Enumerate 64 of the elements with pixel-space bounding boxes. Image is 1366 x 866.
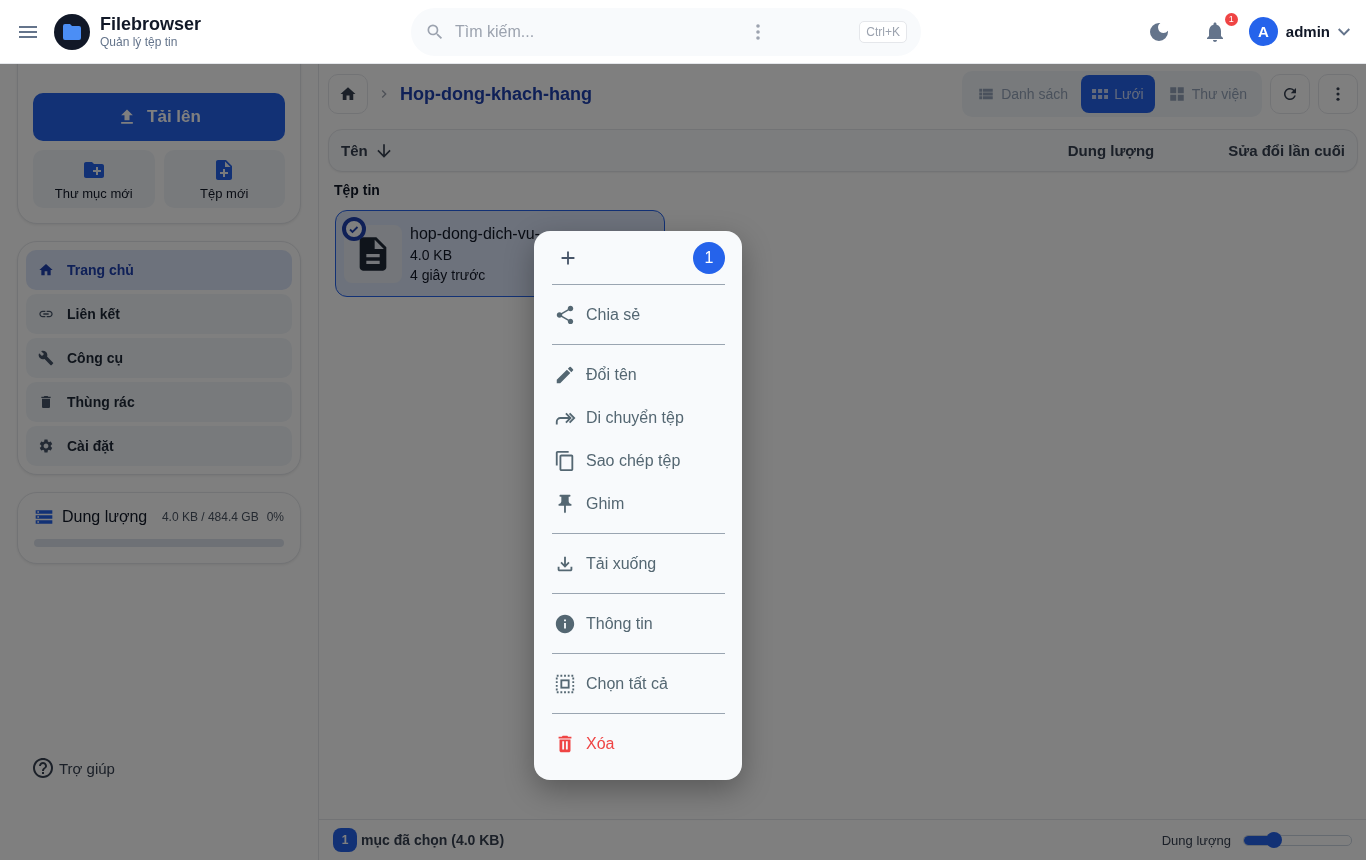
trash-icon <box>38 394 54 410</box>
view-tab[interactable]: Lưới <box>1081 75 1155 113</box>
avatar: A <box>1248 17 1278 46</box>
nav-item[interactable]: Liên kết <box>26 294 292 334</box>
shortcut-hint: Ctrl+K <box>859 20 907 43</box>
file-name: hop-dong-dich-vu- <box>410 224 540 243</box>
column-header[interactable]: Sửa đổi lần cuối <box>1228 142 1345 159</box>
share-icon <box>554 303 576 326</box>
tiles-icon <box>1167 85 1186 103</box>
help-link[interactable]: Trợ giúp <box>31 756 115 780</box>
storage-percent: 0% <box>266 510 284 524</box>
menu-item[interactable]: Xóa <box>554 722 725 765</box>
refresh-button[interactable] <box>1270 74 1310 114</box>
info-icon <box>554 612 576 635</box>
nav-item[interactable]: Công cụ <box>26 338 292 378</box>
size-slider[interactable] <box>1243 834 1352 846</box>
menu-item[interactable]: Đổi tên <box>554 353 725 396</box>
notification-badge: 1 <box>1224 12 1238 26</box>
app-subtitle: Quản lý tệp tin <box>100 35 179 49</box>
storage-usage: 4.0 KB / 484.4 GB <box>161 510 259 524</box>
grid-icon <box>1092 88 1109 100</box>
menu-item[interactable]: Tải xuống <box>554 542 725 585</box>
quick-action-button[interactable]: Tệp mới <box>163 150 285 208</box>
selection-count-badge: 1 <box>333 828 357 852</box>
slider-thumb[interactable] <box>1265 831 1282 848</box>
user-menu-button[interactable]: A admin <box>1248 17 1350 46</box>
size-slider-label: Dung lượng <box>1161 832 1231 848</box>
section-title: Tệp tin <box>333 182 381 198</box>
chevron-down-icon <box>1338 27 1350 36</box>
menu-item[interactable]: Di chuyển tệp <box>554 396 725 439</box>
more-icon[interactable] <box>756 23 761 40</box>
folder-logo-icon <box>54 13 90 50</box>
breadcrumb-link[interactable]: Hop-dong-khach-hang <box>400 83 592 105</box>
selection-count-badge: 1 <box>693 241 725 274</box>
menu-item[interactable]: Sao chép tệp <box>554 439 725 482</box>
file-size: 4.0 KB <box>410 246 453 263</box>
nav-item[interactable]: Thùng rác <box>26 382 292 422</box>
quick-action-button[interactable]: Thư mục mới <box>33 150 155 208</box>
refresh-icon <box>1281 85 1299 103</box>
search-field[interactable]: Tìm kiếm... <box>453 21 657 42</box>
help-icon <box>31 756 55 780</box>
username: admin <box>1285 23 1330 40</box>
app-title: Filebrowser <box>100 14 202 35</box>
home-icon <box>38 262 54 278</box>
select-all-icon <box>554 672 576 695</box>
upload-button[interactable]: Tải lên <box>33 93 285 141</box>
copy-icon <box>554 449 576 472</box>
home-icon <box>339 85 357 103</box>
nav-item[interactable]: Cài đặt <box>26 426 292 466</box>
home-button[interactable] <box>328 74 368 114</box>
file-modified: 4 giây trước <box>410 266 486 283</box>
storage-label: Dung lượng <box>62 508 148 526</box>
column-header[interactable]: Dung lượng <box>1067 142 1155 159</box>
menu-item[interactable]: Chọn tất cả <box>554 662 725 705</box>
settings-icon <box>38 438 54 454</box>
menu-item[interactable]: Thông tin <box>554 602 725 645</box>
wrench-icon <box>38 350 54 366</box>
column-header[interactable]: Tên <box>341 140 1068 161</box>
more-icon <box>1336 87 1340 101</box>
selection-text: mục đã chọn (4.0 KB) <box>361 832 505 848</box>
storage-icon <box>34 507 54 527</box>
menu-item[interactable]: Ghim <box>554 482 725 525</box>
nav-item[interactable]: Trang chủ <box>26 250 292 290</box>
check-icon <box>342 217 366 241</box>
